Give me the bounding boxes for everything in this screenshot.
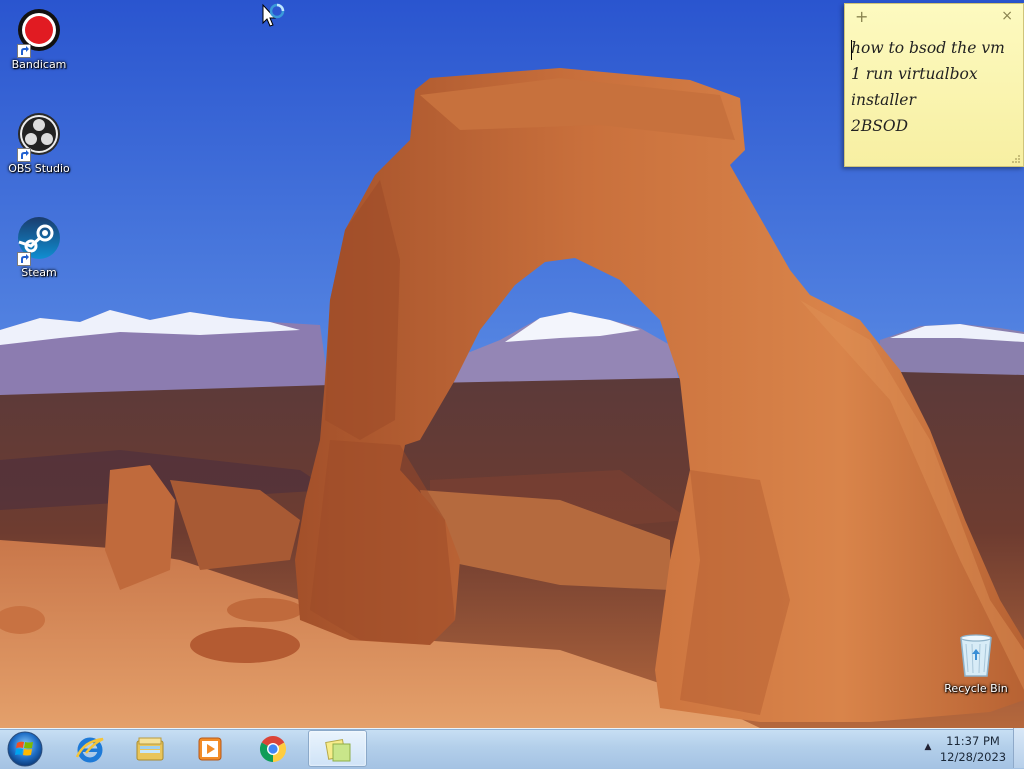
bandicam-icon bbox=[15, 8, 63, 58]
desktop-icon-label: Recycle Bin bbox=[944, 682, 1008, 695]
taskbar-media-player[interactable] bbox=[184, 730, 236, 767]
taskbar-sticky-notes[interactable] bbox=[308, 730, 367, 767]
busy-cursor-icon bbox=[262, 3, 285, 27]
steam-icon bbox=[15, 216, 63, 266]
recycle-bin-icon bbox=[952, 632, 1000, 680]
sticky-note[interactable]: + × how to bsod the vm 1 run virtualbox … bbox=[844, 3, 1024, 167]
desktop: Bandicam OBS Studio Steam + × how to bso… bbox=[0, 0, 1024, 728]
media-player-icon bbox=[198, 737, 222, 761]
resize-grip-icon[interactable] bbox=[1012, 155, 1021, 164]
desktop-icon-bandicam[interactable]: Bandicam bbox=[1, 8, 77, 71]
show-hidden-icons-button[interactable]: ▲ bbox=[921, 742, 935, 754]
close-note-button[interactable]: × bbox=[1001, 8, 1013, 24]
taskbar-clock[interactable]: 11:37 PM 12/28/2023 bbox=[937, 733, 1009, 765]
obs-studio-icon bbox=[15, 112, 63, 162]
internet-explorer-icon bbox=[75, 737, 104, 763]
desktop-icon-obs-studio[interactable]: OBS Studio bbox=[1, 112, 77, 175]
desktop-icon-label: OBS Studio bbox=[8, 162, 70, 175]
text-caret bbox=[851, 40, 852, 60]
note-line: installer bbox=[851, 91, 916, 109]
desktop-icon-label: Steam bbox=[21, 266, 57, 279]
new-note-button[interactable]: + bbox=[855, 7, 868, 26]
windows-explorer-icon bbox=[136, 737, 164, 761]
taskbar-windows-explorer[interactable] bbox=[124, 730, 176, 767]
note-line: 1 run virtualbox bbox=[851, 65, 978, 83]
taskbar bbox=[0, 728, 1024, 769]
show-desktop-button[interactable] bbox=[1013, 728, 1024, 768]
clock-time: 11:37 PM bbox=[946, 734, 1000, 748]
note-line: how to bsod the vm bbox=[851, 39, 1005, 57]
taskbar-chrome[interactable] bbox=[247, 730, 299, 767]
note-line: 2BSOD bbox=[851, 117, 909, 135]
start-button[interactable] bbox=[5, 730, 45, 768]
clock-date: 12/28/2023 bbox=[939, 750, 1007, 764]
chrome-icon bbox=[259, 735, 287, 763]
shortcut-arrow-icon bbox=[17, 44, 31, 58]
taskbar-internet-explorer[interactable] bbox=[64, 730, 116, 767]
desktop-icon-recycle-bin[interactable]: Recycle Bin bbox=[938, 632, 1014, 695]
sticky-notes-icon bbox=[325, 738, 351, 762]
shortcut-arrow-icon bbox=[17, 148, 31, 162]
desktop-icon-steam[interactable]: Steam bbox=[1, 216, 77, 279]
sticky-note-text[interactable]: how to bsod the vm 1 run virtualbox inst… bbox=[851, 35, 1017, 139]
sticky-note-titlebar[interactable]: + × bbox=[845, 4, 1023, 28]
desktop-icon-label: Bandicam bbox=[11, 58, 67, 71]
shortcut-arrow-icon bbox=[17, 252, 31, 266]
